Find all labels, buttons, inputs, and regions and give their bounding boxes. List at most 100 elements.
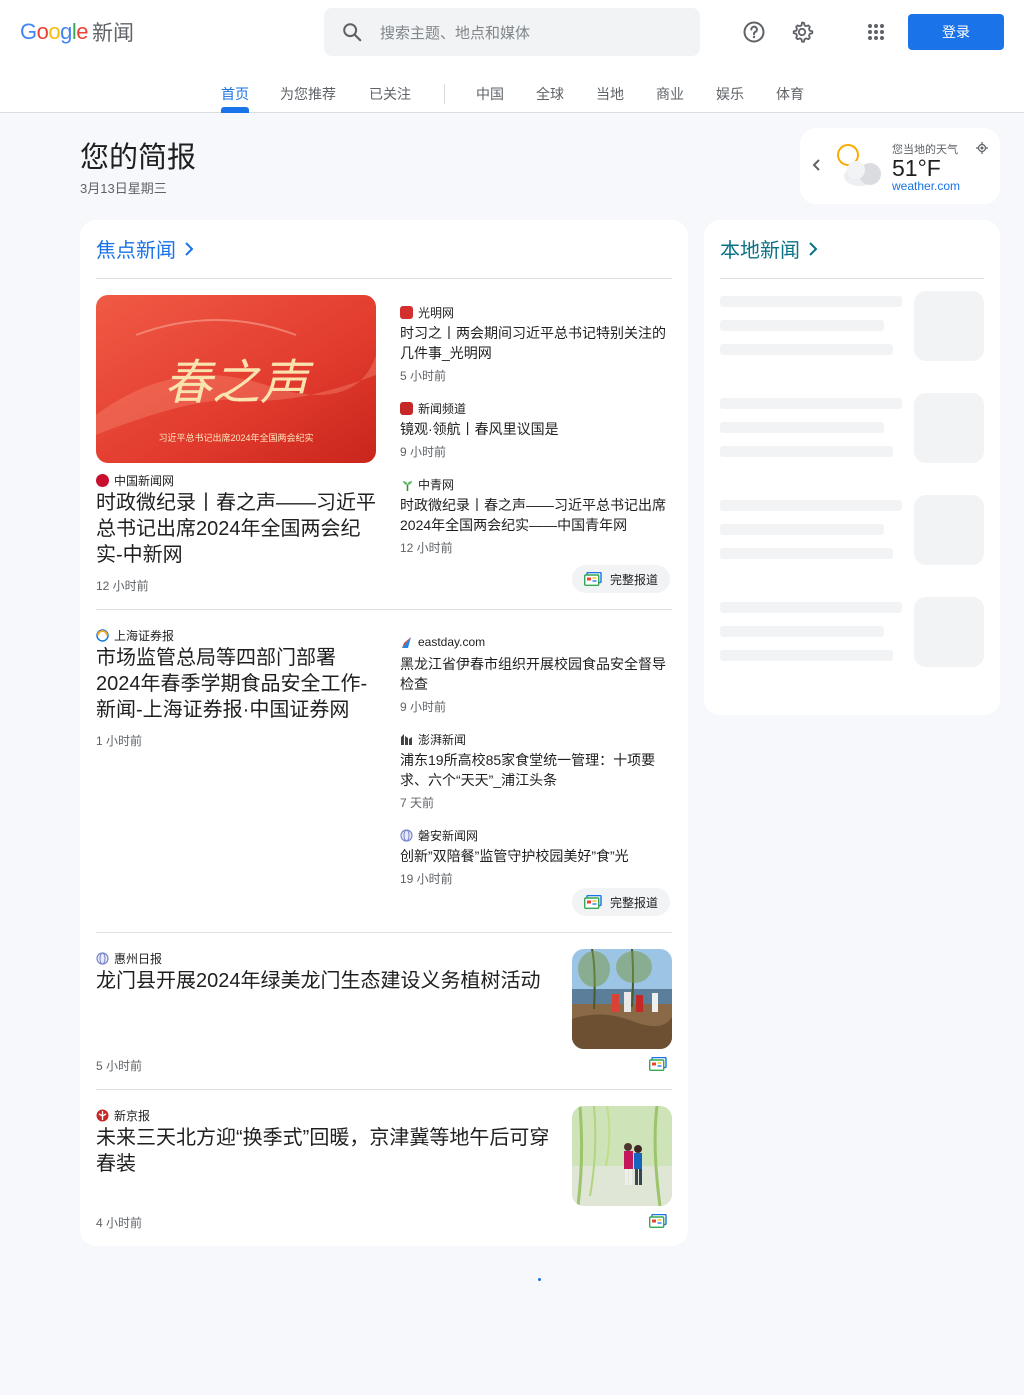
tab-business[interactable]: 商业 — [656, 84, 684, 104]
top-stories-heading[interactable]: 焦点新闻 — [96, 234, 194, 263]
loading-placeholder-image — [914, 393, 984, 463]
search-input[interactable]: 搜索主题、地点和媒体 — [380, 22, 530, 43]
news-channel-favicon-icon — [400, 402, 413, 415]
story-time: 7 天前 — [400, 796, 435, 810]
loading-placeholder-image — [914, 291, 984, 361]
google-news-logo[interactable]: Google 新闻 — [20, 18, 134, 46]
story-time: 19 小时前 — [400, 872, 453, 886]
story-headline[interactable]: 时习之丨两会期间习近平总书记特别关注的几件事_光明网 — [400, 323, 672, 363]
tab-local[interactable]: 当地 — [596, 84, 624, 104]
story-time: 12 小时前 — [400, 541, 453, 555]
story-source: 澎湃新闻 — [400, 731, 466, 748]
story-headline[interactable]: 镜观·领航丨春风里议国是 — [400, 419, 672, 439]
tab-home[interactable]: 首页 — [221, 84, 249, 104]
tab-for-you[interactable]: 为您推荐 — [280, 84, 336, 104]
huizhou-favicon-icon — [96, 952, 109, 965]
story-source: 光明网 — [400, 304, 454, 321]
loading-placeholder-line — [720, 446, 893, 457]
tab-sports[interactable]: 体育 — [776, 84, 804, 104]
story-headline[interactable]: 时政微纪录丨春之声——习近平总书记出席2024年全国两会纪实——中国青年网 — [400, 495, 672, 535]
story-source: 中国新闻网 — [96, 472, 174, 489]
tab-following[interactable]: 已关注 — [369, 84, 411, 104]
story-headline[interactable]: 未来三天北方迎“换季式”回暖，京津冀等地午后可穿春装 — [96, 1125, 556, 1177]
youth-favicon-icon — [400, 478, 413, 491]
full-coverage-icon[interactable] — [648, 1213, 667, 1233]
tab-divider — [444, 84, 445, 104]
loading-placeholder-line — [720, 500, 902, 511]
section-tabs: 首页 为您推荐 已关注 中国 全球 当地 商业 娱乐 体育 — [0, 70, 1024, 113]
settings-gear-icon[interactable] — [786, 16, 818, 48]
story-headline[interactable]: 市场监管总局等四部门部署2024年春季学期食品安全工作-新闻-上海证券报·中国证… — [96, 645, 376, 723]
story-headline[interactable]: 浦东19所高校85家食堂统一管理：十项要求、六个“天天”_浦江头条 — [400, 750, 672, 790]
story-headline[interactable]: 时政微纪录丨春之声——习近平总书记出席2024年全国两会纪实-中新网 — [96, 490, 376, 568]
active-tab-indicator — [221, 107, 249, 113]
loading-indicator — [538, 1278, 541, 1281]
chevron-left-icon[interactable] — [812, 158, 822, 177]
loading-placeholder-line — [720, 344, 893, 355]
location-target-icon[interactable] — [976, 141, 988, 159]
story-source: 磐安新闻网 — [400, 827, 478, 844]
weather-temperature: 51°F — [892, 155, 941, 181]
story-image-spring-voice[interactable]: 春之声 习近平总书记出席2024年全国两会纪实 — [96, 295, 376, 463]
source-name: eastday.com — [418, 635, 486, 649]
source-name: 中青网 — [418, 478, 455, 492]
story-time: 9 小时前 — [400, 700, 447, 714]
tab-world[interactable]: 全球 — [536, 84, 564, 104]
cluster-divider — [96, 609, 672, 610]
story-time: 5 小时前 — [400, 369, 447, 383]
product-name: 新闻 — [92, 22, 135, 45]
partly-cloudy-weather-icon — [832, 140, 886, 195]
weather-source-link[interactable]: weather.com — [892, 179, 960, 193]
login-button[interactable]: 登录 — [908, 14, 1004, 50]
story-headline[interactable]: 黑龙江省伊春市组织开展校园食品安全督导检查 — [400, 654, 672, 694]
story-source: 新京报 — [96, 1107, 150, 1124]
weather-widget[interactable]: 您当地的天气 51°F weather.com — [800, 128, 1000, 204]
full-coverage-icon — [584, 572, 602, 586]
story-headline[interactable]: 龙门县开展2024年绿美龙门生态建设义务植树活动 — [96, 968, 556, 994]
eastday-favicon-icon — [400, 635, 413, 649]
story-source: 新闻频道 — [400, 400, 466, 417]
tab-china[interactable]: 中国 — [476, 84, 504, 104]
loading-placeholder-line — [720, 398, 902, 409]
briefing-date: 3月13日星期三 — [80, 181, 167, 196]
source-name: 新京报 — [114, 1109, 151, 1123]
chevron-right-icon — [809, 241, 818, 256]
story-time: 9 小时前 — [400, 445, 447, 459]
story-image-tree-planting[interactable] — [572, 949, 672, 1049]
top-stories-card: 焦点新闻 春之声 习近平总书记出席2024年全国两会纪实 中国新闻网 时政微纪录… — [80, 220, 688, 1246]
loading-placeholder-line — [720, 422, 884, 433]
heading-divider — [720, 278, 984, 279]
full-coverage-button[interactable]: 完整报道 — [572, 565, 671, 593]
search-box[interactable]: 搜索主题、地点和媒体 — [324, 8, 700, 56]
story-source: eastday.com — [400, 635, 485, 649]
story-time: 12 小时前 — [96, 579, 149, 593]
story-source: 惠州日报 — [96, 950, 162, 967]
apps-grid-icon[interactable] — [860, 16, 892, 48]
cluster-divider — [96, 932, 672, 933]
thepaper-favicon-icon — [400, 733, 413, 746]
globe-favicon-icon — [400, 829, 413, 842]
full-coverage-button[interactable]: 完整报道 — [572, 888, 671, 916]
logo-wordmark: Google — [20, 19, 89, 44]
help-icon[interactable] — [738, 16, 770, 48]
story-headline[interactable]: 创新”双陪餐”监管守护校园美好”食”光 — [400, 846, 672, 866]
source-name: 新闻频道 — [418, 402, 467, 416]
tab-entertainment[interactable]: 娱乐 — [716, 84, 744, 104]
story-image-spring-walk[interactable] — [572, 1106, 672, 1206]
loading-placeholder-line — [720, 296, 902, 307]
full-coverage-icon[interactable] — [648, 1056, 667, 1076]
local-news-heading[interactable]: 本地新闻 — [720, 234, 818, 263]
bjnews-favicon-icon — [96, 1109, 109, 1122]
story-source: 上海证券报 — [96, 627, 174, 644]
source-name: 惠州日报 — [114, 952, 163, 966]
source-name: 澎湃新闻 — [418, 733, 467, 747]
search-icon[interactable] — [324, 21, 380, 43]
local-news-card: 本地新闻 — [704, 220, 1000, 715]
loading-placeholder-line — [720, 524, 884, 535]
image-caption-text: 习近平总书记出席2024年全国两会纪实 — [158, 432, 313, 443]
briefing-title: 您的简报 — [80, 142, 197, 174]
top-stories-heading-label: 焦点新闻 — [96, 240, 176, 262]
image-title-text: 春之声 — [164, 355, 314, 411]
chevron-right-icon — [185, 241, 194, 256]
full-coverage-label: 完整报道 — [610, 572, 659, 587]
